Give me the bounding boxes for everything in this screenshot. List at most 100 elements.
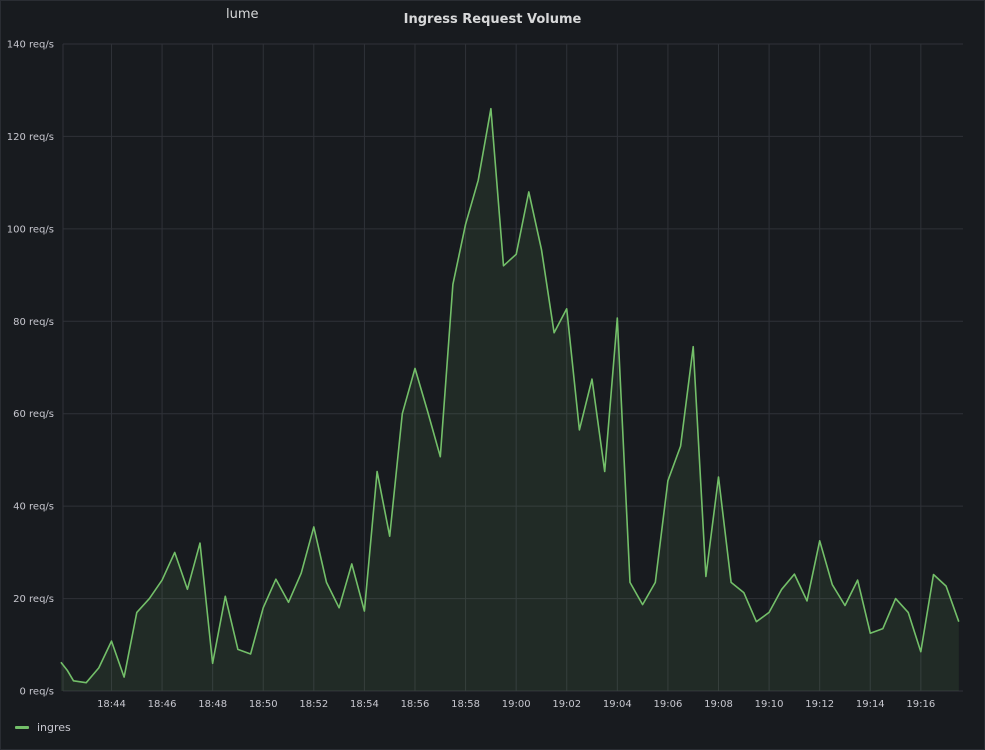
x-tick-label: 19:10 <box>755 699 784 710</box>
data-point[interactable] <box>793 573 795 575</box>
data-point[interactable] <box>439 455 441 457</box>
data-point[interactable] <box>641 603 643 605</box>
data-point[interactable] <box>452 283 454 285</box>
data-point[interactable] <box>553 332 555 334</box>
data-point[interactable] <box>616 317 618 319</box>
chart-plot: 0 req/s 20 req/s 40 req/s 60 req/s 80 req/s 1… <box>7 40 963 710</box>
data-point[interactable] <box>540 248 542 250</box>
legend[interactable]: ingres <box>15 721 71 734</box>
data-point[interactable] <box>224 595 226 597</box>
data-point[interactable] <box>148 597 150 599</box>
x-tick-label: 18:52 <box>299 699 328 710</box>
data-point[interactable] <box>692 346 694 348</box>
x-tick-label: 19:12 <box>805 699 834 710</box>
data-point[interactable] <box>211 662 213 664</box>
data-point[interactable] <box>338 607 340 609</box>
x-tick-label: 18:54 <box>350 699 379 710</box>
data-point[interactable] <box>490 108 492 110</box>
y-tick-label: 20 req/s <box>13 594 54 605</box>
x-axis-labels: 18:44 18:46 18:48 18:50 18:52 18:54 18:56 18:58… <box>97 699 935 710</box>
data-point[interactable] <box>136 611 138 613</box>
data-point[interactable] <box>363 610 365 612</box>
data-point[interactable] <box>869 632 871 634</box>
data-point[interactable] <box>161 579 163 581</box>
data-point[interactable] <box>781 588 783 590</box>
x-tick-label: 19:00 <box>502 699 531 710</box>
graph-panel: lume Ingress Request Volume 0 req/s 20 re… <box>0 0 985 750</box>
x-tick-label: 19:14 <box>856 699 885 710</box>
data-point[interactable] <box>920 651 922 653</box>
data-point[interactable] <box>66 669 68 671</box>
data-point[interactable] <box>566 308 568 310</box>
y-tick-label: 120 req/s <box>7 132 54 143</box>
data-point[interactable] <box>818 540 820 542</box>
data-point[interactable] <box>717 476 719 478</box>
data-point[interactable] <box>768 611 770 613</box>
x-tick-label: 18:46 <box>148 699 177 710</box>
x-tick-label: 19:08 <box>704 699 733 710</box>
data-point[interactable] <box>287 601 289 603</box>
data-point[interactable] <box>679 445 681 447</box>
data-point[interactable] <box>477 179 479 181</box>
data-point[interactable] <box>743 591 745 593</box>
data-point[interactable] <box>199 542 201 544</box>
data-point[interactable] <box>591 378 593 380</box>
data-point[interactable] <box>300 572 302 574</box>
data-point[interactable] <box>856 579 858 581</box>
x-tick-label: 19:04 <box>603 699 632 710</box>
data-point[interactable] <box>603 470 605 472</box>
data-point[interactable] <box>98 667 100 669</box>
data-point[interactable] <box>85 681 87 683</box>
data-point[interactable] <box>376 470 378 472</box>
data-point[interactable] <box>502 265 504 267</box>
data-point[interactable] <box>313 526 315 528</box>
y-tick-label: 100 req/s <box>7 224 54 235</box>
x-tick-label: 18:56 <box>401 699 430 710</box>
data-point[interactable] <box>414 367 416 369</box>
y-tick-label: 0 req/s <box>19 687 54 698</box>
data-point[interactable] <box>426 410 428 412</box>
y-axis-labels: 0 req/s 20 req/s 40 req/s 60 req/s 80 req/s 1… <box>7 40 54 698</box>
data-point[interactable] <box>730 581 732 583</box>
data-point[interactable] <box>325 581 327 583</box>
data-point[interactable] <box>578 429 580 431</box>
data-point[interactable] <box>60 661 62 663</box>
data-point[interactable] <box>831 584 833 586</box>
data-point[interactable] <box>464 223 466 225</box>
y-tick-label: 60 req/s <box>13 409 54 420</box>
series-area <box>60 108 959 691</box>
x-tick-label: 19:06 <box>654 699 683 710</box>
data-point[interactable] <box>755 620 757 622</box>
x-tick-label: 19:02 <box>552 699 581 710</box>
legend-label[interactable]: ingres <box>37 721 71 734</box>
data-point[interactable] <box>528 191 530 193</box>
data-point[interactable] <box>882 627 884 629</box>
data-point[interactable] <box>629 581 631 583</box>
data-point[interactable] <box>72 680 74 682</box>
data-point[interactable] <box>654 581 656 583</box>
data-point[interactable] <box>667 480 669 482</box>
data-point[interactable] <box>275 578 277 580</box>
data-point[interactable] <box>907 611 909 613</box>
data-point[interactable] <box>958 620 960 622</box>
data-point[interactable] <box>401 413 403 415</box>
data-point[interactable] <box>894 597 896 599</box>
data-point[interactable] <box>844 604 846 606</box>
data-point[interactable] <box>262 607 264 609</box>
data-point[interactable] <box>186 588 188 590</box>
data-point[interactable] <box>110 640 112 642</box>
data-point[interactable] <box>932 573 934 575</box>
x-tick-label: 18:48 <box>198 699 227 710</box>
data-point[interactable] <box>123 676 125 678</box>
y-tick-label: 140 req/s <box>7 40 54 51</box>
data-point[interactable] <box>705 575 707 577</box>
x-tick-label: 18:44 <box>97 699 126 710</box>
data-point[interactable] <box>515 253 517 255</box>
data-point[interactable] <box>351 563 353 565</box>
data-point[interactable] <box>388 535 390 537</box>
data-point[interactable] <box>249 653 251 655</box>
data-point[interactable] <box>945 585 947 587</box>
data-point[interactable] <box>237 648 239 650</box>
data-point[interactable] <box>174 551 176 553</box>
data-point[interactable] <box>806 600 808 602</box>
